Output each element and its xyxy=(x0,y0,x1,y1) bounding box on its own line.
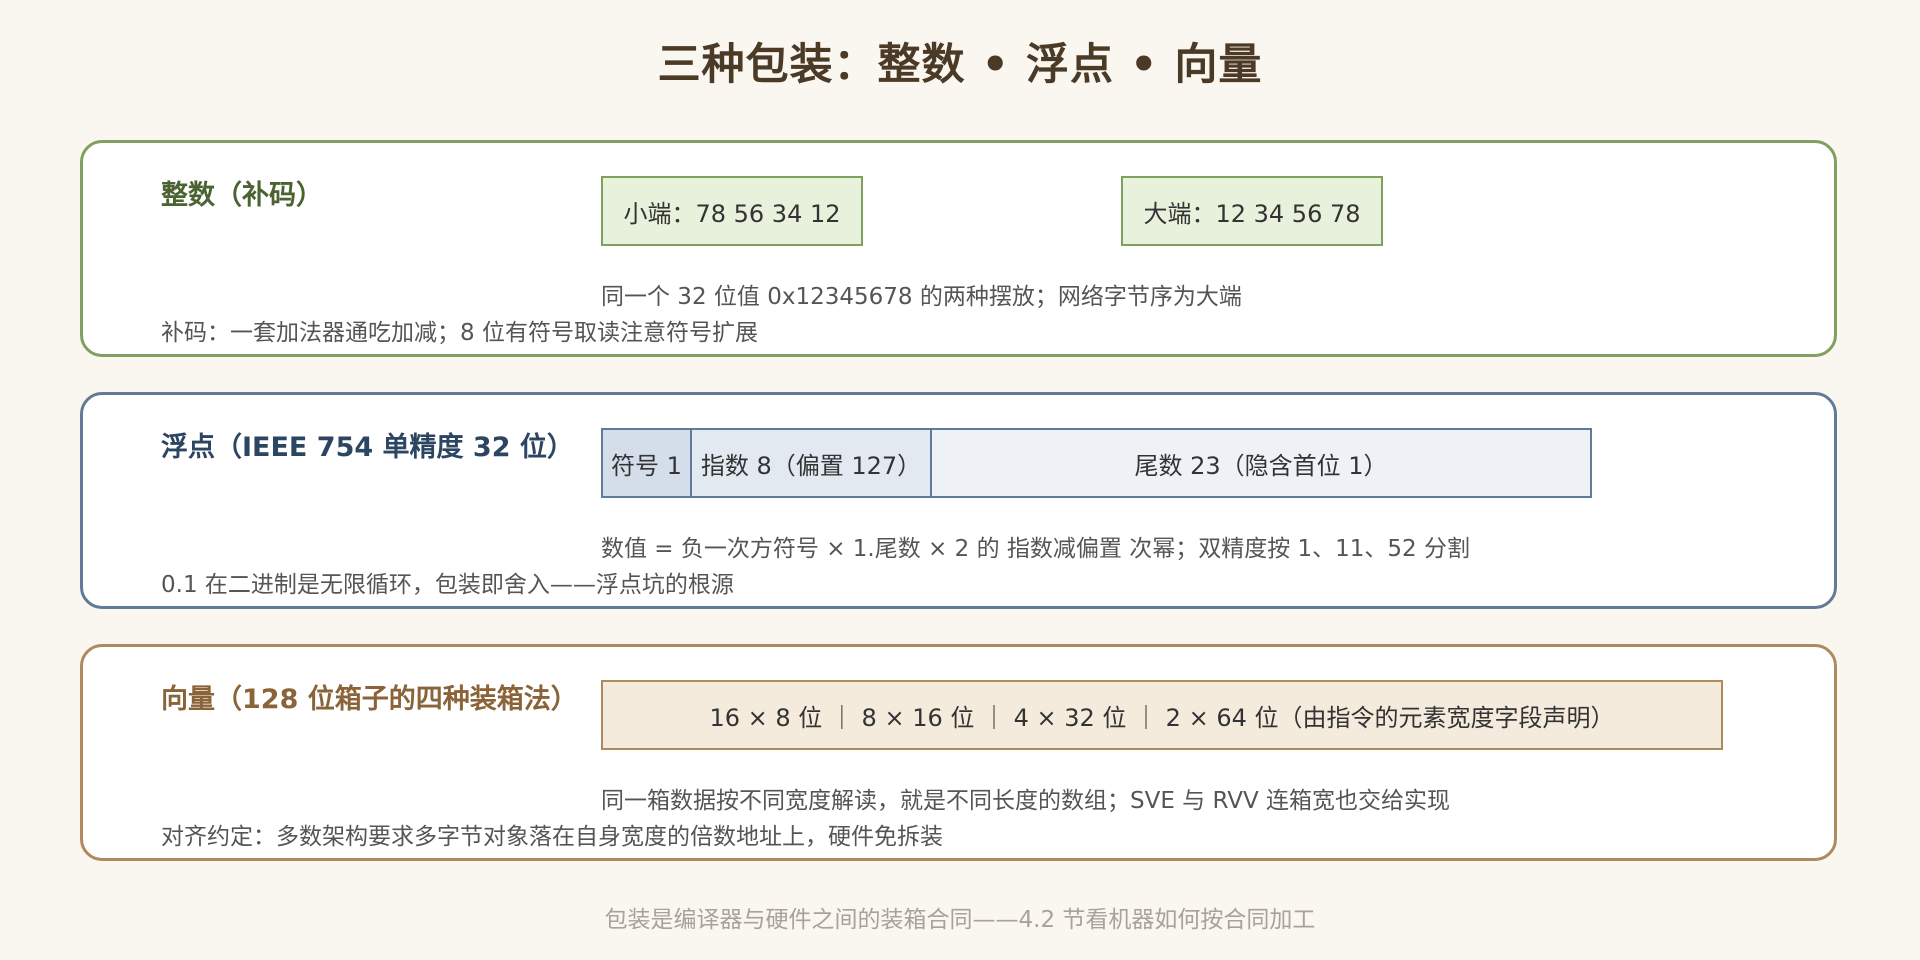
little-endian-box: 小端：78 56 34 12 xyxy=(601,176,863,246)
float-panel-title: 浮点（IEEE 754 单精度 32 位） xyxy=(161,432,574,463)
footer-note: 包装是编译器与硬件之间的装箱合同——4.2 节看机器如何按合同加工 xyxy=(604,907,1316,933)
float-exponent-field: 指数 8（偏置 127） xyxy=(692,430,932,496)
vector-panel-title: 向量（128 位箱子的四种装箱法） xyxy=(161,684,578,715)
float-note-2: 0.1 在二进制是无限循环，包装即舍入——浮点坑的根源 xyxy=(161,572,734,598)
vector-layouts-box: 16 × 8 位 ｜ 8 × 16 位 ｜ 4 × 32 位 ｜ 2 × 64 … xyxy=(601,680,1723,750)
vector-note-2: 对齐约定：多数架构要求多字节对象落在自身宽度的倍数地址上，硬件免拆装 xyxy=(161,824,943,850)
float-panel: 浮点（IEEE 754 单精度 32 位） 符号 1 指数 8（偏置 127） … xyxy=(80,392,1837,609)
integer-panel-title: 整数（补码） xyxy=(161,180,323,211)
float-note-1: 数值 = 负一次方符号 × 1.尾数 × 2 的 指数减偏置 次幂；双精度按 1… xyxy=(601,536,1470,562)
integer-note-1: 同一个 32 位值 0x12345678 的两种摆放；网络字节序为大端 xyxy=(601,284,1242,310)
float-mantissa-field: 尾数 23（隐含首位 1） xyxy=(932,430,1590,496)
vector-note-1: 同一箱数据按不同宽度解读，就是不同长度的数组；SVE 与 RVV 连箱宽也交给实… xyxy=(601,788,1450,814)
vector-panel: 向量（128 位箱子的四种装箱法） 16 × 8 位 ｜ 8 × 16 位 ｜ … xyxy=(80,644,1837,861)
page-title: 三种包装：整数 • 浮点 • 向量 xyxy=(657,40,1263,90)
integer-panel: 整数（补码） 小端：78 56 34 12 大端：12 34 56 78 同一个… xyxy=(80,140,1837,357)
float-sign-field: 符号 1 xyxy=(603,430,692,496)
big-endian-box: 大端：12 34 56 78 xyxy=(1121,176,1383,246)
integer-note-2: 补码：一套加法器通吃加减；8 位有符号取读注意符号扩展 xyxy=(161,320,758,346)
float-bit-layout: 符号 1 指数 8（偏置 127） 尾数 23（隐含首位 1） xyxy=(601,428,1592,498)
